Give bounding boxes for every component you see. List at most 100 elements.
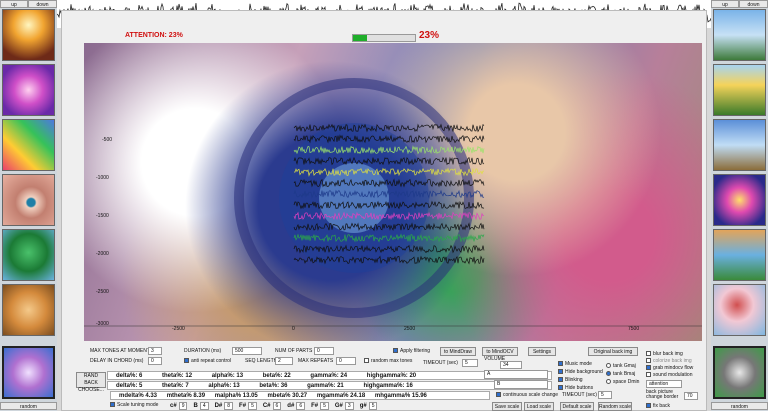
left-up-button[interactable]: up (0, 0, 28, 8)
band-value: mbeta% 30.27 (267, 393, 308, 399)
duration-input[interactable]: 500 (232, 347, 262, 355)
tank-bmaj-label: tank Bmaj (613, 371, 636, 377)
timeout-input[interactable]: 5 (462, 359, 478, 367)
right-thumbnail[interactable] (713, 174, 766, 226)
blur-back-img-checkbox[interactable]: blur back img (646, 351, 683, 358)
band-value: mhgamma% 15.96 (374, 393, 427, 399)
scale-note-value[interactable]: 3 (344, 402, 354, 410)
attention-progress-bar (352, 34, 416, 42)
random-max-tones-checkbox[interactable]: random max tones (364, 358, 412, 365)
right-thumbnail[interactable] (713, 229, 766, 281)
radio-icon (606, 379, 611, 385)
band-value: beta%: 36 (259, 383, 288, 389)
right-thumbnail[interactable] (713, 119, 766, 171)
checkbox-icon (558, 385, 563, 391)
band-value: alpha%: 13 (211, 373, 244, 379)
music-mode-checkbox[interactable]: Music mode (558, 361, 592, 368)
num-parts-label: NUM OF PARTS (275, 348, 313, 354)
plot-tick-y: -1500 (96, 213, 109, 219)
field-a[interactable]: A (484, 370, 548, 379)
scale-note: F# (239, 403, 247, 409)
seq-length-input[interactable]: 2 (275, 357, 293, 365)
left-thumbnail[interactable] (2, 284, 55, 336)
right-thumbnail[interactable] (713, 9, 766, 61)
scale-note: g# (359, 403, 367, 409)
sound-modulation-label: sound modulation (653, 372, 693, 378)
right-up-button[interactable]: up (711, 0, 739, 8)
hide-buttons-checkbox[interactable]: Hide buttons (558, 385, 593, 392)
tank-bmaj-radio[interactable]: tank Bmaj (606, 371, 635, 378)
space-dmin-radio[interactable]: space Dmin (606, 379, 639, 386)
timeout2-input[interactable]: 5 (598, 391, 612, 399)
left-thumbnail[interactable] (2, 9, 55, 61)
tank-gmaj-radio[interactable]: tank Gmaj (606, 363, 636, 370)
right-down-button[interactable]: down (739, 0, 768, 8)
random-max-tones-label: random max tones (371, 358, 413, 364)
scale-note-value[interactable]: 5 (320, 402, 329, 410)
scale-note-value[interactable]: 6 (296, 402, 306, 410)
band-row-2: delta%: 5 theta%: 7 alpha%: 13 beta%: 36… (107, 381, 552, 390)
left-thumbnail[interactable] (2, 119, 55, 171)
left-thumbnail[interactable] (2, 229, 55, 281)
rand-back-label: RAND BACK (83, 373, 99, 386)
random-scale-button[interactable]: Random scale (598, 402, 632, 411)
hide-background-checkbox[interactable]: Hide background (558, 369, 603, 376)
scale-tuning-mode-checkbox[interactable]: Scale tuning mode (110, 402, 158, 409)
blinking-checkbox[interactable]: Blinking (558, 377, 583, 384)
scale-note-value[interactable]: 5 (368, 402, 378, 410)
attention-select[interactable]: attention (646, 380, 682, 388)
field-b[interactable]: B (494, 380, 548, 389)
left-thumbnail-selected[interactable] (2, 346, 55, 399)
rand-back-choose-button[interactable]: RAND BACK CHOOSE... (76, 372, 106, 393)
scale-note: G# (334, 403, 343, 409)
checkbox-icon (393, 348, 398, 354)
right-random-button[interactable]: random (711, 402, 768, 410)
delay-chord-input[interactable]: 0 (148, 357, 162, 365)
scale-note-value[interactable]: 4 (199, 402, 209, 410)
checkbox-icon (496, 392, 501, 398)
continuous-scale-change-checkbox[interactable]: continuous scale change (496, 392, 558, 399)
band-value: mdelta% 4.33 (119, 393, 158, 399)
left-down-button[interactable]: down (28, 0, 57, 8)
band-value: theta%: 12 (162, 373, 193, 379)
apply-filtering-checkbox[interactable]: Apply filtering (393, 348, 430, 355)
save-scale-button[interactable]: Save scale (492, 402, 522, 411)
seq-length-label: SEQ LENGTH (245, 358, 278, 364)
to-mindocv-button[interactable]: to MindOCV (482, 347, 518, 356)
checkbox-icon (364, 358, 369, 364)
to-minddraw-button[interactable]: to MindDraw (440, 347, 476, 356)
left-thumbnail[interactable] (2, 174, 55, 226)
scale-note-value[interactable]: 5 (248, 402, 257, 410)
fix-back-checkbox[interactable]: fix back (646, 403, 670, 410)
scale-note-value[interactable]: 8 (224, 402, 234, 410)
right-thumbnail[interactable] (713, 64, 766, 116)
scale-note-value[interactable]: 9 (178, 402, 188, 410)
grab-mindocv-flow-checkbox[interactable]: grab mindocv flow (646, 365, 693, 372)
checkbox-icon (558, 377, 563, 383)
volume-input[interactable]: 34 (500, 361, 522, 369)
right-thumbnail[interactable] (713, 284, 766, 336)
right-thumbnail-selected[interactable] (713, 346, 766, 399)
left-thumbnail[interactable] (2, 64, 55, 116)
scale-note-value[interactable]: 6 (272, 402, 282, 410)
checkbox-icon (646, 351, 651, 357)
plot-tick-y: -2000 (96, 251, 109, 257)
left-random-button[interactable]: random (0, 402, 57, 410)
checkbox-icon (110, 402, 115, 408)
max-tones-input[interactable]: 3 (148, 347, 162, 355)
anti-repeat-checkbox[interactable]: anti repeat control (184, 358, 231, 365)
colorize-back-img-checkbox[interactable]: colorize back img (646, 358, 692, 365)
load-scale-button[interactable]: Load scale (524, 402, 554, 411)
original-back-img-button[interactable]: Original back img (588, 347, 638, 356)
sound-modulation-checkbox[interactable]: sound modulation (646, 372, 692, 379)
max-repeats-input[interactable]: 0 (336, 357, 356, 365)
plot-tick-y: -3000 (96, 321, 109, 327)
checkbox-icon (646, 365, 651, 371)
settings-button[interactable]: Settings (528, 347, 556, 356)
timeout-label: TIMEOUT (sec) (423, 360, 458, 366)
default-scale-button[interactable]: Default scale (560, 402, 594, 411)
band-value: highgamma%: 16 (363, 383, 413, 389)
plot-tick-x: 7500 (628, 326, 640, 332)
num-parts-input[interactable]: 0 (314, 347, 334, 355)
border-input[interactable]: 70 (684, 392, 698, 400)
